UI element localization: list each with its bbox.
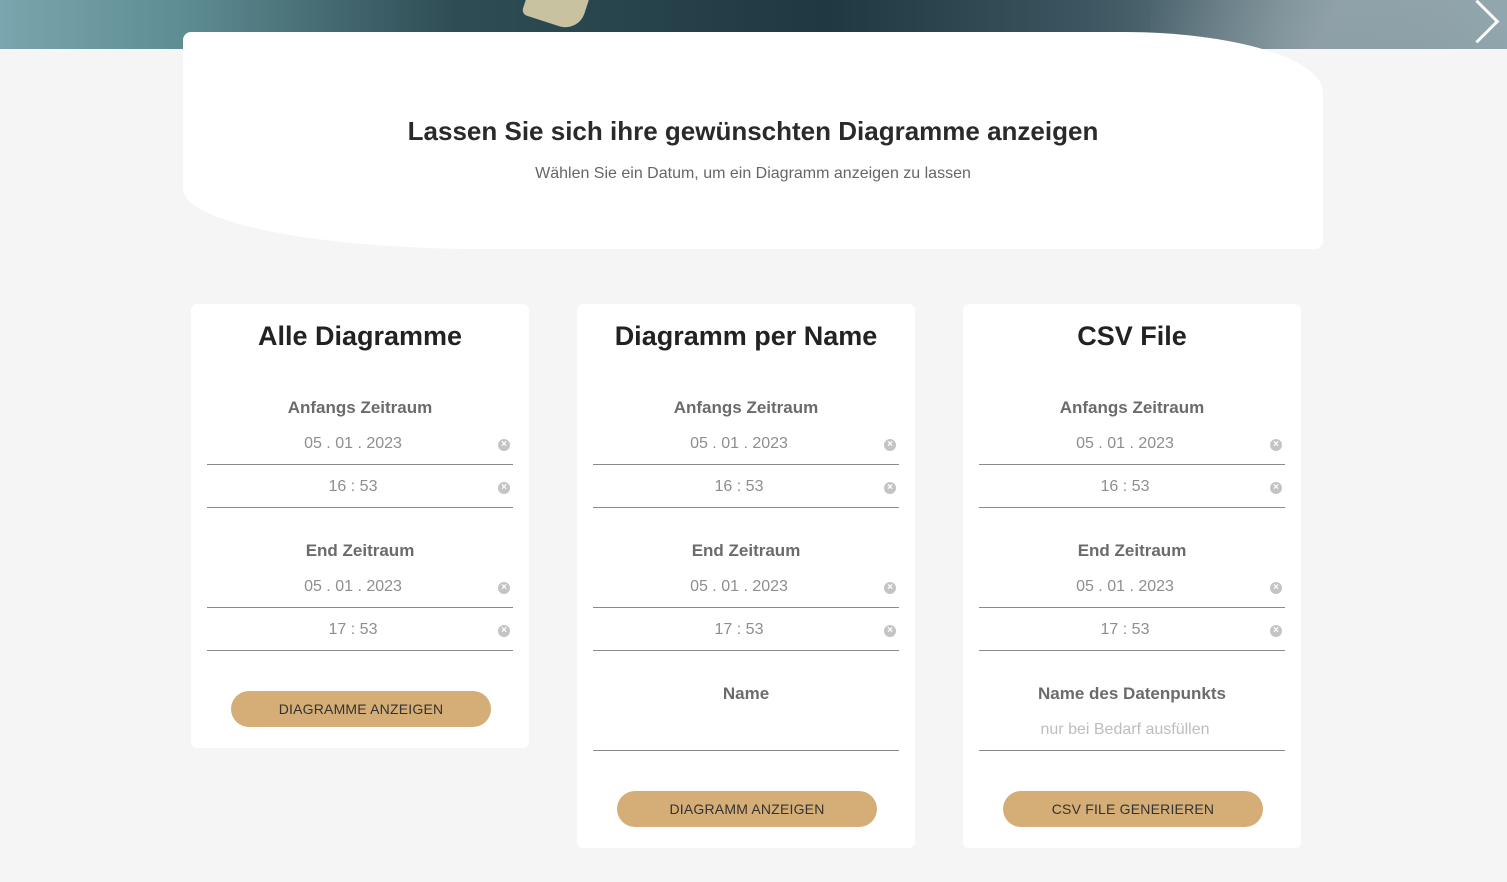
datapoint-name-label: Name des Datenpunkts: [1038, 684, 1226, 703]
card-csv-file: CSV File Anfangs Zeitraum 05 . 01 . 2023…: [963, 304, 1301, 848]
start-date-input[interactable]: 05 . 01 . 2023 ×: [207, 426, 513, 465]
start-date-input[interactable]: 05 . 01 . 2023 ×: [979, 426, 1285, 465]
hero-leaf-decoration: [521, 0, 589, 33]
clear-icon[interactable]: ×: [498, 482, 510, 494]
start-date-input[interactable]: 05 . 01 . 2023 ×: [593, 426, 899, 465]
card-title: Diagramm per Name: [614, 321, 878, 351]
end-period-label: End Zeitraum: [1077, 541, 1187, 560]
clear-icon[interactable]: ×: [884, 582, 896, 594]
page-title: Lassen Sie sich ihre gewünschten Diagram…: [407, 116, 1099, 146]
clear-icon[interactable]: ×: [884, 439, 896, 451]
start-period-label: Anfangs Zeitraum: [287, 398, 433, 417]
end-time-input[interactable]: 17 : 53 ×: [593, 612, 899, 651]
show-diagram-button[interactable]: DIAGRAMM ANZEIGEN: [617, 791, 877, 827]
clear-icon[interactable]: ×: [498, 582, 510, 594]
end-period-label: End Zeitraum: [691, 541, 801, 560]
card-title: Alle Diagramme: [257, 321, 463, 351]
start-date-value: 05 . 01 . 2023: [690, 435, 788, 452]
datapoint-name-placeholder: nur bei Bedarf ausfüllen: [1040, 721, 1210, 738]
show-diagrams-button[interactable]: DIAGRAMME ANZEIGEN: [231, 691, 491, 727]
start-time-input[interactable]: 16 : 53 ×: [207, 469, 513, 508]
end-time-value: 17 : 53: [328, 621, 378, 638]
clear-icon[interactable]: ×: [1270, 582, 1282, 594]
start-date-value: 05 . 01 . 2023: [304, 435, 402, 452]
start-time-value: 16 : 53: [1100, 478, 1150, 495]
name-label: Name: [722, 684, 770, 703]
clear-icon[interactable]: ×: [498, 439, 510, 451]
end-time-input[interactable]: 17 : 53 ×: [979, 612, 1285, 651]
end-period-label: End Zeitraum: [305, 541, 415, 560]
card-all-diagrams: Alle Diagramme Anfangs Zeitraum 05 . 01 …: [191, 304, 529, 748]
start-time-input[interactable]: 16 : 53 ×: [979, 469, 1285, 508]
name-input[interactable]: [593, 712, 899, 751]
generate-csv-button[interactable]: CSV FILE GENERIEREN: [1003, 791, 1263, 827]
start-time-input[interactable]: 16 : 53 ×: [593, 469, 899, 508]
end-date-input[interactable]: 05 . 01 . 2023 ×: [979, 569, 1285, 608]
end-date-input[interactable]: 05 . 01 . 2023 ×: [207, 569, 513, 608]
clear-icon[interactable]: ×: [1270, 439, 1282, 451]
start-period-label: Anfangs Zeitraum: [1059, 398, 1205, 417]
end-date-value: 05 . 01 . 2023: [690, 578, 788, 595]
clear-icon[interactable]: ×: [1270, 482, 1282, 494]
datapoint-name-input[interactable]: nur bei Bedarf ausfüllen: [979, 712, 1285, 751]
end-time-input[interactable]: 17 : 53 ×: [207, 612, 513, 651]
start-time-value: 16 : 53: [328, 478, 378, 495]
start-period-label: Anfangs Zeitraum: [673, 398, 819, 417]
start-time-value: 16 : 53: [714, 478, 764, 495]
clear-icon[interactable]: ×: [1270, 625, 1282, 637]
clear-icon[interactable]: ×: [498, 625, 510, 637]
end-time-value: 17 : 53: [714, 621, 764, 638]
start-date-value: 05 . 01 . 2023: [1076, 435, 1174, 452]
card-diagram-by-name: Diagramm per Name Anfangs Zeitraum 05 . …: [577, 304, 915, 848]
end-date-input[interactable]: 05 . 01 . 2023 ×: [593, 569, 899, 608]
end-date-value: 05 . 01 . 2023: [1076, 578, 1174, 595]
intro-panel: Lassen Sie sich ihre gewünschten Diagram…: [183, 32, 1323, 249]
end-time-value: 17 : 53: [1100, 621, 1150, 638]
card-title: CSV File: [1077, 321, 1187, 351]
end-date-value: 05 . 01 . 2023: [304, 578, 402, 595]
clear-icon[interactable]: ×: [884, 625, 896, 637]
clear-icon[interactable]: ×: [884, 482, 896, 494]
page-subtitle: Wählen Sie ein Datum, um ein Diagramm an…: [535, 165, 971, 182]
